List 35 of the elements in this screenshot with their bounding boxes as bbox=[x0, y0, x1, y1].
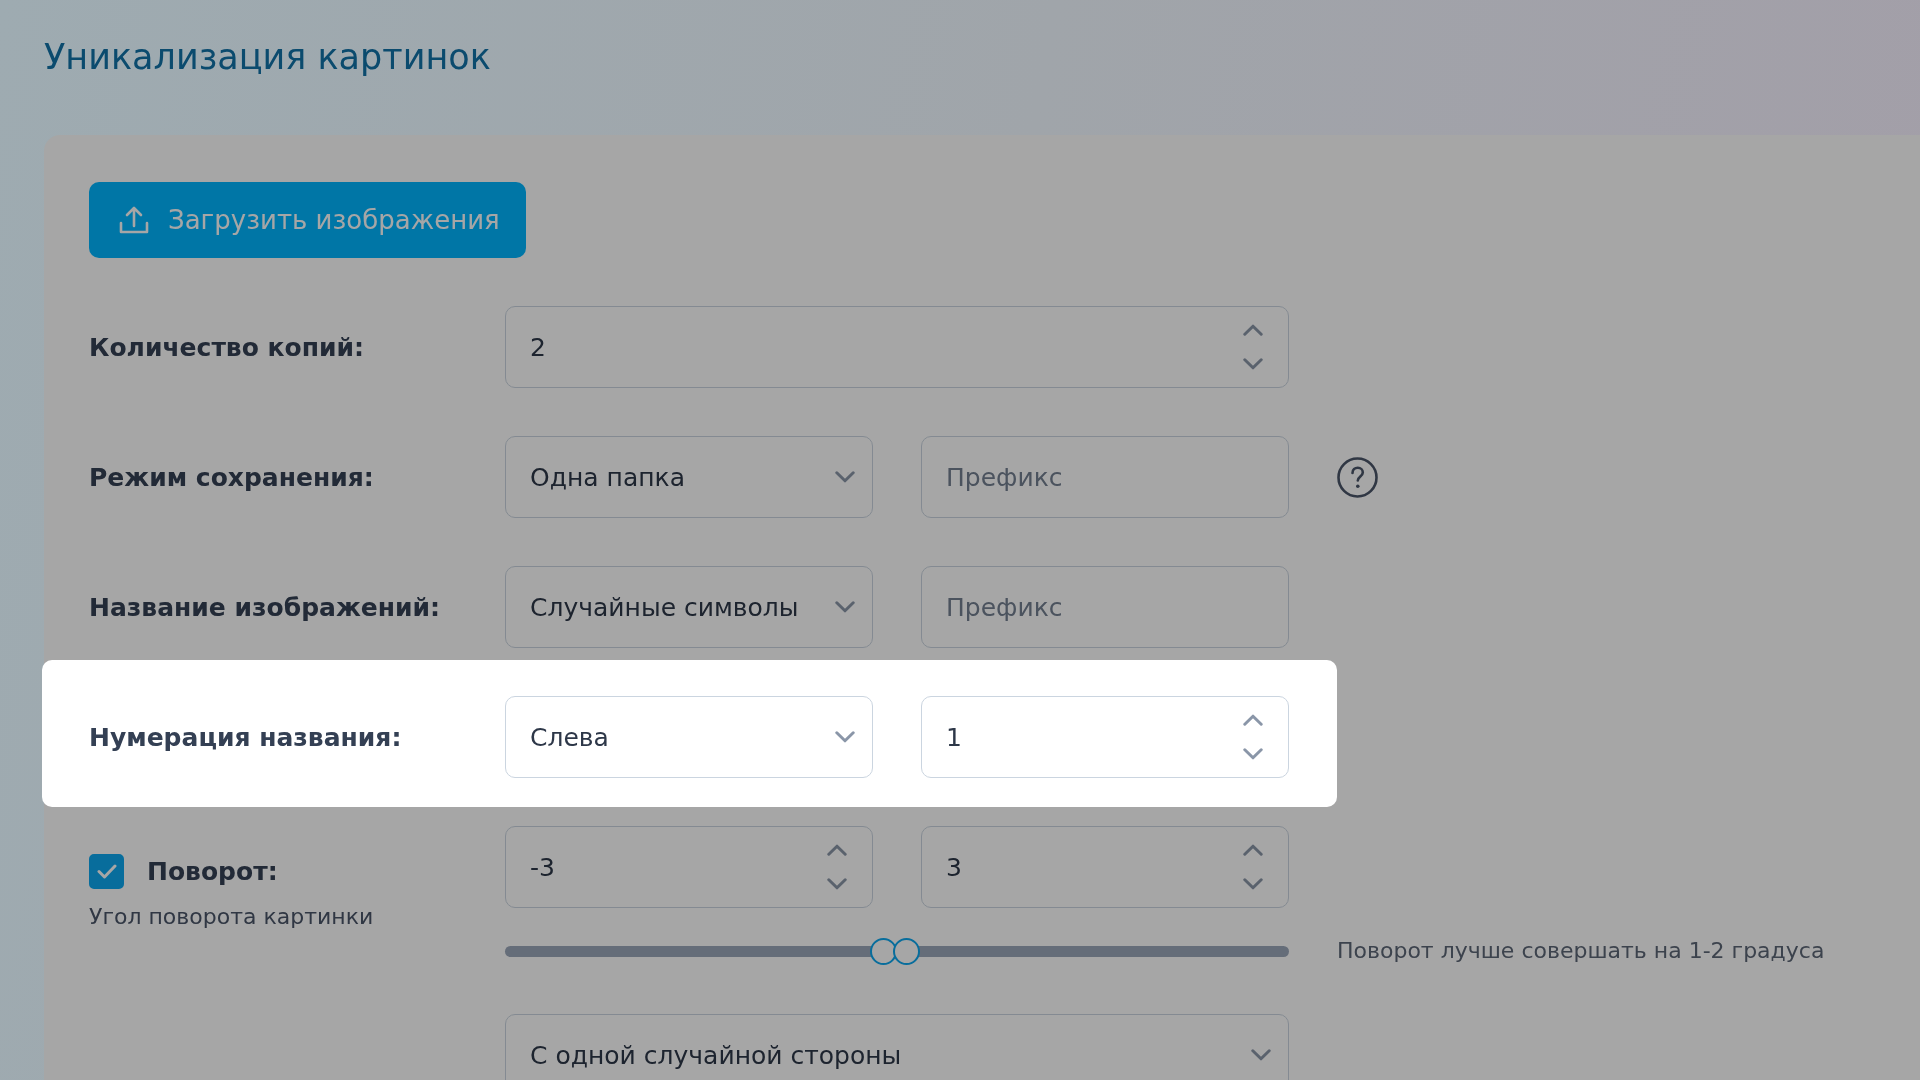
field-caption: Угол поворота картинки bbox=[89, 904, 374, 930]
page-title: Уникализация картинок bbox=[44, 36, 491, 78]
number-field[interactable]: 2 bbox=[505, 306, 1289, 388]
check-icon bbox=[96, 864, 117, 879]
increment-icon[interactable] bbox=[827, 844, 847, 856]
decrement-icon[interactable] bbox=[827, 878, 847, 890]
number-field[interactable]: 3 bbox=[921, 826, 1289, 908]
slider-thumb[interactable] bbox=[892, 938, 920, 965]
field-label: Поворот: bbox=[147, 857, 278, 886]
increment-icon[interactable] bbox=[1243, 844, 1263, 856]
number-field[interactable]: 1 bbox=[921, 696, 1289, 778]
text-field[interactable]: Префикс bbox=[921, 566, 1289, 648]
chevron-down-icon bbox=[835, 601, 855, 613]
dropdown-select[interactable]: Слева bbox=[505, 696, 873, 778]
chevron-down-icon bbox=[835, 731, 855, 743]
decrement-icon[interactable] bbox=[1243, 748, 1263, 760]
chevron-down-icon bbox=[835, 471, 855, 483]
text-field[interactable]: Префикс bbox=[921, 436, 1289, 518]
upload-icon bbox=[119, 205, 149, 235]
slider-hint: Поворот лучше совершать на 1-2 градуса bbox=[1337, 938, 1825, 964]
checkbox[interactable] bbox=[89, 854, 124, 889]
dropdown-select[interactable]: Случайные символы bbox=[505, 566, 873, 648]
field-label: Название изображений: bbox=[89, 592, 442, 622]
field-label: Нумерация названия: bbox=[89, 722, 403, 752]
increment-icon[interactable] bbox=[1243, 714, 1263, 726]
field-label: Режим сохранения: bbox=[89, 462, 375, 492]
dropdown-select[interactable]: Одна папка bbox=[505, 436, 873, 518]
number-field[interactable]: -3 bbox=[505, 826, 873, 908]
decrement-icon[interactable] bbox=[1243, 878, 1263, 890]
dropdown-select[interactable]: С одной случайной стороны bbox=[505, 1014, 1289, 1080]
help-icon[interactable] bbox=[1337, 456, 1378, 498]
field-label: Количество копий: bbox=[89, 332, 365, 362]
decrement-icon[interactable] bbox=[1243, 358, 1263, 370]
chevron-down-icon bbox=[1251, 1049, 1271, 1061]
increment-icon[interactable] bbox=[1243, 324, 1263, 336]
